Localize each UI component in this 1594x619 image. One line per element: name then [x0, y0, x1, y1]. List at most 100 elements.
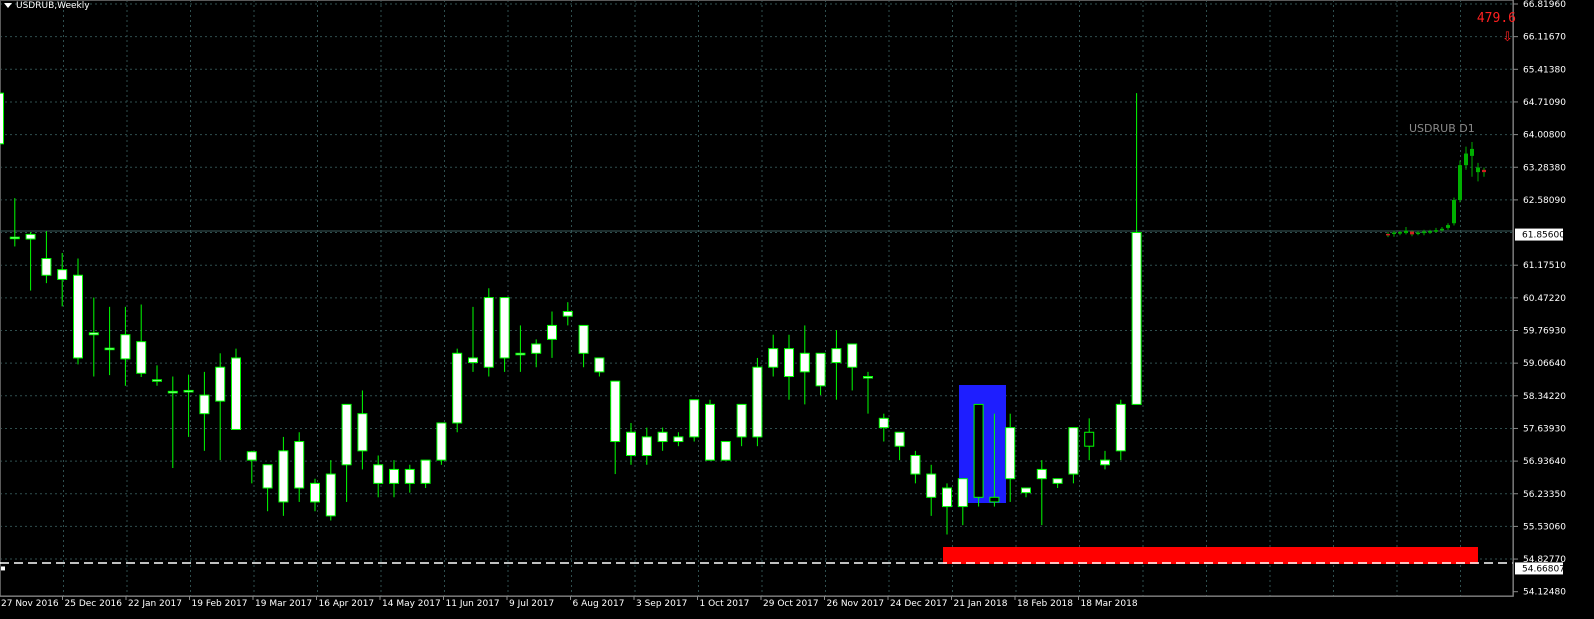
time-tick-label: 25 Dec 2016 — [65, 599, 123, 609]
candle-body — [531, 343, 542, 354]
price-tick-label: 61.17510 — [1523, 261, 1566, 271]
candle-body — [183, 389, 194, 393]
candle-body — [104, 347, 115, 351]
inset-daily-candles — [1386, 141, 1486, 238]
inset-candle-body — [1482, 169, 1486, 173]
candle-body — [673, 436, 684, 443]
candle-body — [894, 431, 905, 447]
candle-body — [404, 468, 415, 484]
price-tick-label: 55.53060 — [1523, 522, 1566, 532]
time-tick-label: 21 Jan 2018 — [954, 599, 1008, 609]
candle-body — [610, 380, 621, 443]
time-tick-label: 24 Dec 2017 — [890, 599, 948, 609]
time-tick-label: 6 Aug 2017 — [573, 599, 625, 609]
chart-grid — [0, 0, 1513, 596]
time-tick-label: 22 Jan 2017 — [128, 599, 182, 609]
candle-body — [594, 357, 605, 373]
price-tick-label: 57.63930 — [1523, 424, 1566, 434]
candle-body — [483, 297, 494, 368]
inset-candle-body — [1422, 231, 1426, 234]
inset-candle-body — [1434, 230, 1438, 232]
candle-body — [831, 348, 842, 364]
time-tick-label: 1 Oct 2017 — [700, 599, 750, 609]
time-tick-label: 29 Oct 2017 — [763, 599, 819, 609]
price-tick-label: 56.23350 — [1523, 490, 1566, 500]
price-tick-label: 65.41380 — [1523, 65, 1566, 75]
candle-body — [41, 258, 52, 276]
price-tick-label: 66.11670 — [1523, 33, 1566, 43]
candle-body — [310, 482, 320, 503]
inset-candle-body — [1386, 233, 1390, 236]
symbol-title[interactable]: USDRUB,Weekly — [16, 1, 90, 11]
inset-candle-body — [1416, 232, 1420, 235]
candle-body — [768, 348, 779, 368]
candle-body — [973, 403, 984, 498]
candle-body — [515, 352, 526, 356]
price-tick-label: 64.71090 — [1523, 98, 1566, 108]
candle-body — [1084, 431, 1095, 447]
candle-body — [262, 464, 273, 489]
price-axis: 66.81960 66.11670 65.41380 64.71090 64.00800… — [1, 0, 1566, 598]
candle-body — [705, 403, 715, 461]
time-tick-label: 14 May 2017 — [382, 599, 441, 609]
price-tick-label: 63.28380 — [1523, 163, 1566, 173]
candle-body — [989, 496, 1000, 503]
inset-candle-body — [1470, 148, 1474, 156]
candle-body — [0, 92, 4, 145]
support-line-handle — [1, 566, 5, 571]
candle-body — [136, 341, 147, 374]
candle-body — [578, 324, 589, 354]
candle-body — [689, 399, 700, 438]
inset-candle-body — [1464, 153, 1468, 166]
support-price-label: 54.66807 — [1522, 564, 1565, 574]
candle-body — [863, 376, 873, 379]
candle-body — [436, 422, 447, 461]
candle-body — [1068, 427, 1079, 475]
price-tick-label: 58.34220 — [1523, 392, 1566, 402]
inset-candle-body — [1428, 231, 1432, 233]
inset-candle-body — [1410, 231, 1414, 235]
candle-body — [278, 450, 289, 503]
price-chart[interactable]: 66.81960 66.11670 65.41380 64.71090 64.00800… — [0, 0, 1594, 619]
candle-body — [1115, 403, 1126, 452]
counter-value: 479.6 — [1476, 11, 1516, 26]
candle-body — [231, 357, 241, 430]
inset-chart-title: USDRUB D1 — [1409, 122, 1475, 135]
candle-body — [847, 343, 858, 368]
price-tick-label: 60.47220 — [1523, 294, 1566, 304]
candle-body — [657, 431, 668, 443]
candle-body — [878, 417, 889, 429]
candle-body — [120, 334, 131, 360]
current-price-label: 61.85600 — [1522, 231, 1565, 241]
candle-body — [246, 451, 257, 461]
candle-body — [626, 431, 636, 456]
triangle-down-icon[interactable] — [4, 3, 12, 8]
candle-body — [1131, 232, 1142, 405]
candle-body — [1052, 478, 1063, 484]
candle-body — [957, 478, 968, 508]
candle-body — [389, 468, 399, 484]
candle-body — [468, 357, 478, 364]
price-tick-label: 56.93640 — [1523, 457, 1566, 467]
candle-body — [57, 269, 68, 280]
candle-body — [784, 348, 794, 378]
time-tick-label: 9 Jul 2017 — [509, 599, 554, 609]
chart-frame — [0, 0, 1514, 597]
candle-body — [167, 390, 178, 394]
candle-body — [1021, 487, 1031, 494]
time-tick-label: 16 Apr 2017 — [319, 599, 375, 609]
time-tick-label: 11 Jun 2017 — [446, 599, 500, 609]
candle-body — [357, 413, 368, 452]
inset-candle-body — [1458, 165, 1462, 201]
support-zone — [943, 547, 1478, 564]
candle-body — [1100, 459, 1110, 466]
inset-candle-body — [1452, 200, 1456, 224]
candle-body — [88, 332, 99, 336]
inset-candle-body — [1392, 232, 1396, 235]
candle-body — [1005, 427, 1016, 480]
inset-candle-body — [1440, 228, 1444, 231]
price-tick-label: 62.58090 — [1523, 196, 1566, 206]
time-tick-label: 19 Feb 2017 — [192, 599, 248, 609]
candle-body — [1036, 468, 1047, 480]
candle-body — [926, 473, 937, 498]
